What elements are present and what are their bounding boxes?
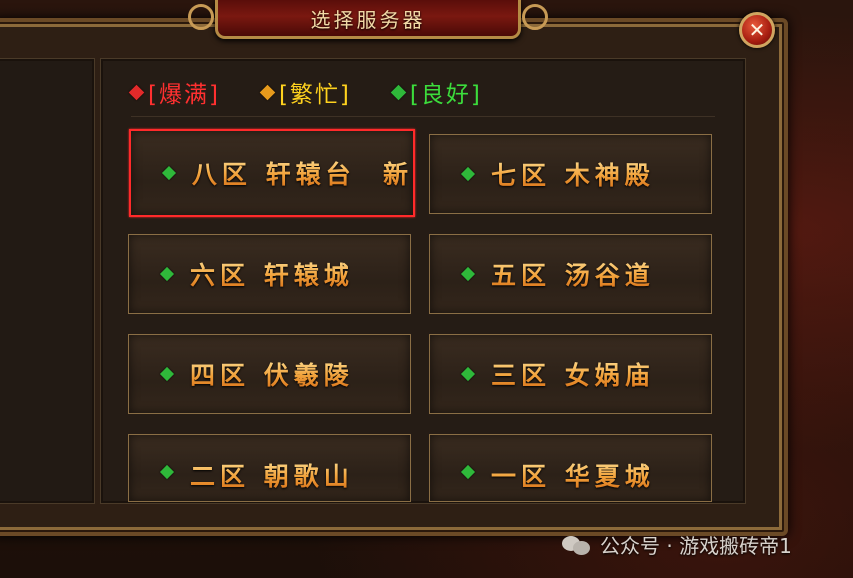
legend-good: [良好] xyxy=(390,75,482,109)
ornament-left-icon xyxy=(188,4,214,30)
legend-full: [爆满] xyxy=(128,75,220,109)
red-gem-icon xyxy=(128,84,145,100)
zone-list-panel[interactable] xyxy=(0,58,95,504)
close-button[interactable]: ✕ xyxy=(739,12,775,48)
green-gem-icon xyxy=(390,84,407,100)
server-name: 一区 华夏城 xyxy=(491,457,655,493)
green-gem-icon xyxy=(460,366,476,382)
green-gem-icon xyxy=(460,266,476,282)
legend-good-label: [良好] xyxy=(409,82,482,108)
green-gem-icon xyxy=(159,366,175,382)
server-button-7[interactable]: 七区 木神殿 xyxy=(429,134,712,214)
close-icon: ✕ xyxy=(748,18,766,42)
server-name: 八区 轩辕台 新 xyxy=(192,155,413,191)
dialog-title: 选择服务器 xyxy=(310,7,426,32)
green-gem-icon xyxy=(159,464,175,480)
ornament-right-icon xyxy=(522,4,548,30)
server-name: 二区 朝歌山 xyxy=(190,457,354,493)
server-name: 七区 木神殿 xyxy=(491,156,655,192)
title-plate: 选择服务器 xyxy=(188,0,548,39)
green-gem-icon xyxy=(161,165,176,181)
green-gem-icon xyxy=(159,266,175,282)
server-name: 六区 轩辕城 xyxy=(190,256,354,292)
legend-busy-label: [繁忙] xyxy=(278,82,351,108)
watermark-text: 公众号 · 游戏搬砖帝1 xyxy=(600,534,792,558)
yellow-gem-icon xyxy=(259,84,276,100)
server-button-6[interactable]: 六区 轩辕城 xyxy=(128,234,411,314)
divider xyxy=(131,116,715,117)
server-name: 五区 汤谷道 xyxy=(491,256,655,292)
server-button-2[interactable]: 二区 朝歌山 xyxy=(128,434,411,502)
server-button-8[interactable]: 八区 轩辕台 新 xyxy=(129,129,415,217)
green-gem-icon xyxy=(460,166,476,182)
legend-busy: [繁忙] xyxy=(259,75,351,109)
status-legend: [爆满] [繁忙] [良好] xyxy=(128,75,482,109)
server-button-3[interactable]: 三区 女娲庙 xyxy=(429,334,712,414)
server-name: 三区 女娲庙 xyxy=(491,356,655,392)
watermark: 公众号 · 游戏搬砖帝1 xyxy=(562,530,792,559)
wechat-icon xyxy=(562,534,592,556)
legend-full-label: [爆满] xyxy=(148,82,220,108)
server-name: 四区 伏羲陵 xyxy=(190,356,354,392)
server-button-4[interactable]: 四区 伏羲陵 xyxy=(128,334,411,414)
server-button-5[interactable]: 五区 汤谷道 xyxy=(429,234,712,314)
green-gem-icon xyxy=(460,464,476,480)
server-button-1[interactable]: 一区 华夏城 xyxy=(429,434,712,502)
